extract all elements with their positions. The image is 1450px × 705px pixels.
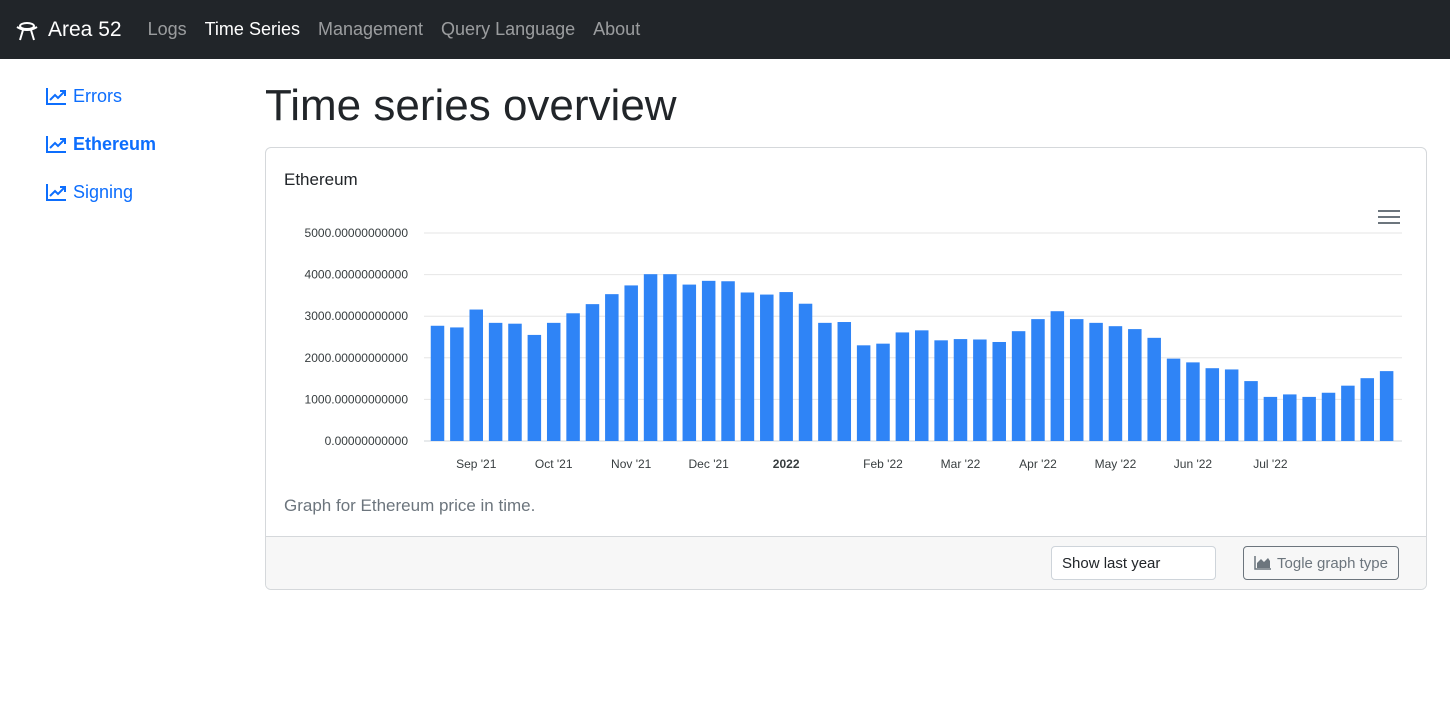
x-tick-label: Nov '21	[611, 457, 652, 471]
bar[interactable]	[566, 313, 580, 441]
bar[interactable]	[876, 343, 890, 441]
bar[interactable]	[585, 304, 600, 441]
bar[interactable]	[895, 332, 910, 441]
y-tick-label: 4000.00000000000	[305, 268, 409, 282]
x-tick-label: Jun '22	[1174, 457, 1213, 471]
sidebar-item-signing[interactable]: Signing	[46, 179, 246, 205]
bar[interactable]	[527, 334, 542, 441]
bar[interactable]	[1166, 358, 1181, 441]
nav-query-language[interactable]: Query Language	[441, 19, 575, 40]
chart-line-icon	[46, 184, 66, 201]
sidebar-item-ethereum[interactable]: Ethereum	[46, 131, 246, 157]
bar[interactable]	[856, 345, 871, 441]
area-chart-icon	[1254, 556, 1272, 570]
bar[interactable]	[508, 323, 522, 441]
bar[interactable]	[624, 285, 638, 441]
y-tick-label: 2000.00000000000	[305, 351, 409, 365]
y-tick-label: 3000.00000000000	[305, 309, 409, 323]
chart-line-icon	[46, 136, 66, 153]
x-tick-label: Apr '22	[1019, 457, 1057, 471]
bar[interactable]	[740, 292, 755, 441]
y-tick-label: 5000.00000000000	[305, 226, 409, 240]
bar[interactable]	[1302, 396, 1316, 441]
bar[interactable]	[643, 274, 658, 441]
x-tick-label: Oct '21	[535, 457, 573, 471]
x-tick-label: Mar '22	[941, 457, 981, 471]
bar[interactable]	[1341, 385, 1355, 441]
bar[interactable]	[1321, 392, 1336, 441]
x-tick-label: Sep '21	[456, 457, 497, 471]
bar[interactable]	[1263, 396, 1278, 441]
range-select[interactable]: Show last year	[1051, 546, 1216, 580]
bar[interactable]	[953, 339, 968, 441]
card-title: Ethereum	[284, 170, 358, 189]
sidebar: Errors Ethereum Signing	[46, 83, 246, 227]
bar[interactable]	[1050, 311, 1065, 441]
bar[interactable]	[546, 322, 561, 441]
x-tick-label: Feb '22	[863, 457, 903, 471]
main-content: Time series overview Ethereum 0.00000000…	[265, 59, 1427, 590]
bar[interactable]	[1128, 329, 1142, 441]
nav-logs[interactable]: Logs	[148, 19, 187, 40]
ethereum-bar-chart: 0.00000000000 1000.00000000000 2000.000000…	[305, 226, 1402, 471]
bar[interactable]	[818, 322, 832, 441]
bar[interactable]	[760, 294, 774, 441]
bar[interactable]	[973, 339, 987, 441]
bar[interactable]	[837, 322, 852, 441]
sidebar-item-errors[interactable]: Errors	[46, 83, 246, 109]
bar[interactable]	[1379, 371, 1394, 441]
nav-time-series[interactable]: Time Series	[205, 19, 300, 40]
y-tick-label: 1000.00000000000	[305, 392, 409, 406]
sidebar-item-label: Errors	[73, 85, 122, 106]
bar[interactable]	[701, 280, 716, 441]
chart-line-icon	[46, 88, 66, 105]
bar[interactable]	[798, 303, 813, 441]
bar[interactable]	[1283, 394, 1297, 441]
bar[interactable]	[1186, 362, 1200, 441]
bar[interactable]	[469, 309, 483, 441]
toggle-graph-type-button[interactable]: Togle graph type	[1243, 546, 1399, 580]
bar[interactable]	[1089, 322, 1103, 441]
brand-name: Area 52	[48, 17, 122, 41]
bar[interactable]	[1205, 368, 1220, 441]
bar[interactable]	[1244, 381, 1258, 441]
y-tick-label: 0.00000000000	[325, 434, 409, 448]
x-tick-label: Dec '21	[689, 457, 730, 471]
bar[interactable]	[605, 294, 619, 441]
page-title: Time series overview	[265, 81, 677, 130]
ufo-icon	[16, 21, 38, 40]
bar[interactable]	[915, 330, 929, 441]
bar[interactable]	[1031, 319, 1045, 441]
bar[interactable]	[1360, 378, 1375, 441]
toggle-button-label: Togle graph type	[1277, 554, 1388, 572]
card-footer: Show last year Togle graph type	[266, 536, 1426, 589]
nav-management[interactable]: Management	[318, 19, 423, 40]
sidebar-item-label: Signing	[73, 181, 134, 202]
x-tick-label: Jul '22	[1253, 457, 1288, 471]
brand[interactable]: Area 52	[14, 17, 122, 43]
bar[interactable]	[934, 340, 948, 441]
sidebar-item-label: Ethereum	[73, 133, 157, 154]
bar[interactable]	[682, 284, 697, 441]
bar[interactable]	[430, 325, 445, 441]
x-tick-label: May '22	[1095, 457, 1137, 471]
bar[interactable]	[1108, 326, 1123, 441]
nav-about[interactable]: About	[593, 19, 640, 40]
bar[interactable]	[721, 281, 735, 441]
x-tick-label: 2022	[773, 457, 800, 471]
bar[interactable]	[663, 274, 677, 441]
bar[interactable]	[1224, 369, 1239, 441]
bar[interactable]	[488, 322, 503, 441]
chart-card: Ethereum 0.00000000000 1000.00000000000 20…	[265, 147, 1427, 590]
bar[interactable]	[450, 327, 464, 441]
bar[interactable]	[1069, 319, 1084, 441]
bar[interactable]	[1147, 337, 1161, 441]
top-navbar: Area 52 Logs Time Series Management Quer…	[0, 0, 1450, 59]
bar[interactable]	[1011, 331, 1026, 441]
card-description: Graph for Ethereum price in time.	[284, 496, 536, 515]
bar[interactable]	[992, 341, 1006, 441]
bar[interactable]	[779, 292, 793, 441]
